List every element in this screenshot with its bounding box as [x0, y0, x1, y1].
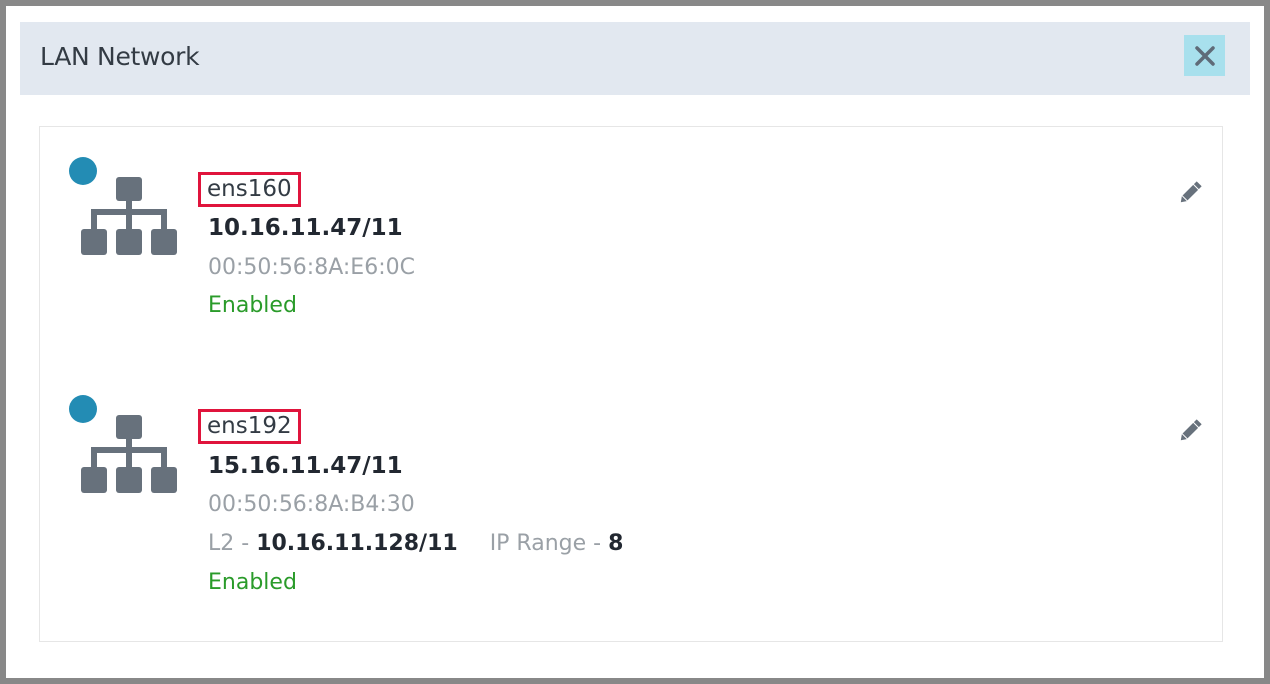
interface-status: Enabled — [208, 570, 297, 595]
ip-range-value: 8 — [608, 531, 624, 556]
ip-range-label: IP Range - — [489, 531, 609, 556]
interface-ip: 10.16.11.47/11 — [208, 215, 403, 241]
modal-title: LAN Network — [40, 42, 200, 71]
interface-ip: 15.16.11.47/11 — [208, 453, 403, 479]
lan-interface-list: ens160 10.16.11.47/11 00:50:56:8A:E6:0C … — [39, 126, 1223, 642]
close-icon — [1194, 45, 1215, 66]
l2-label: L2 - — [208, 531, 257, 556]
edit-button[interactable] — [1176, 179, 1204, 207]
modal-frame: LAN Network ens160 10.16.11.47/11 00:50:… — [6, 6, 1264, 678]
modal-header: LAN Network — [20, 22, 1250, 95]
edit-button[interactable] — [1176, 417, 1204, 445]
interface-mac: 00:50:56:8A:E6:0C — [208, 255, 415, 280]
interface-name[interactable]: ens192 — [198, 409, 301, 444]
interface-l2-info: L2 - 10.16.11.128/11 IP Range - 8 — [208, 531, 623, 556]
pencil-icon — [1180, 181, 1202, 203]
interface-name[interactable]: ens160 — [198, 172, 301, 207]
sitemap-icon — [81, 177, 177, 255]
l2-value: 10.16.11.128/11 — [256, 531, 458, 556]
interface-status: Enabled — [208, 293, 297, 318]
interface-mac: 00:50:56:8A:B4:30 — [208, 492, 415, 517]
close-button[interactable] — [1184, 35, 1225, 76]
sitemap-icon — [81, 415, 177, 493]
pencil-icon — [1180, 419, 1202, 441]
